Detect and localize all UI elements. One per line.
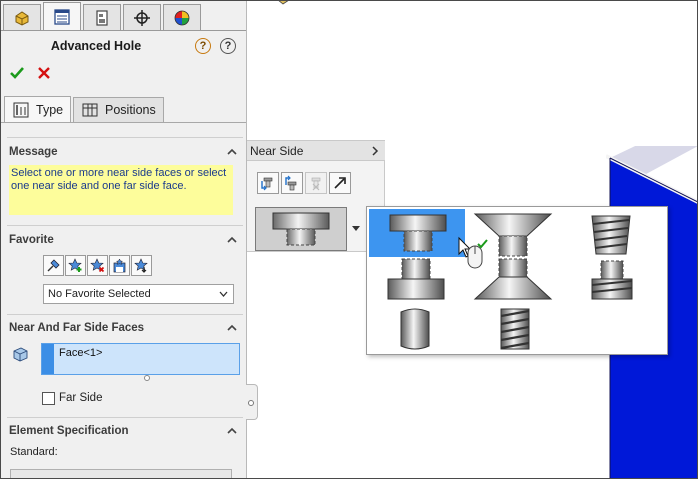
apply-defaults-button[interactable] [43, 255, 64, 276]
collapse-element-spec-icon[interactable] [227, 426, 237, 436]
configuration-manager-icon [96, 9, 108, 26]
hole-type-option-tapered-tap[interactable] [581, 211, 641, 259]
selection-indicator [42, 344, 54, 374]
tab-display-manager[interactable] [163, 4, 201, 30]
hole-type-dropdown-arrow[interactable] [349, 207, 363, 251]
delete-element-button[interactable] [305, 172, 327, 194]
list-resize-handle[interactable] [144, 375, 150, 381]
apply-defaults-icon [47, 259, 60, 272]
counterbore-icon [272, 212, 330, 246]
property-manager-panel: Advanced Hole ? ? Type Positions Message… [1, 1, 247, 478]
property-manager-icon [54, 8, 70, 25]
straight-tap-icon [500, 308, 530, 350]
delete-favorite-button[interactable] [87, 255, 108, 276]
hole-type-option-counterbore[interactable] [369, 209, 465, 257]
section-divider [7, 225, 243, 226]
tab-configuration-manager[interactable] [83, 4, 121, 30]
tapped-straight-icon [591, 260, 633, 300]
insert-element-below-button[interactable] [257, 172, 279, 194]
tab-feature-manager[interactable] [3, 4, 41, 30]
section-divider [7, 314, 243, 315]
help-icon[interactable]: ? [220, 38, 236, 54]
near-side-flyout: Near Side [247, 140, 385, 252]
load-favorite-icon [134, 258, 148, 273]
model-edge-fragment [278, 0, 290, 5]
straight-hole-icon [400, 308, 430, 350]
standard-label: Standard: [10, 446, 58, 458]
whats-new-icon[interactable]: ? [195, 38, 211, 54]
near-side-title: Near Side [250, 144, 304, 158]
favorite-select[interactable]: No Favorite Selected [43, 284, 234, 304]
manager-tabs [1, 1, 246, 31]
insert-element-above-button[interactable] [281, 172, 303, 194]
faces-section-title: Near And Far Side Faces [9, 322, 145, 334]
near-side-header[interactable]: Near Side [247, 141, 385, 161]
collapse-faces-icon[interactable] [227, 323, 237, 333]
hole-type-option-straight[interactable] [391, 305, 439, 353]
tapered-tap-icon [591, 215, 631, 255]
dropdown-arrow-icon [352, 226, 360, 231]
far-side-checkbox[interactable] [42, 392, 55, 405]
message-section-title: Message [9, 146, 58, 158]
hole-type-option-straight-tap[interactable] [491, 305, 539, 353]
insert-element-above-icon [285, 175, 297, 191]
insert-element-below-icon [261, 177, 273, 191]
tab-dimxpert-manager[interactable] [123, 4, 161, 30]
element-spec-section-title: Element Specification [9, 425, 129, 437]
tab-type-label: Type [36, 102, 64, 117]
panel-splitter-handle[interactable] [246, 384, 258, 420]
tab-type[interactable]: Type [4, 96, 72, 122]
save-favorite-button[interactable] [109, 255, 130, 276]
feature-title: Advanced Hole [50, 39, 142, 53]
add-favorite-icon [68, 258, 82, 272]
tab-positions[interactable]: Positions [73, 97, 164, 122]
face-list-item[interactable]: Face<1> [59, 347, 102, 359]
dimxpert-manager-icon [134, 9, 150, 26]
save-favorite-icon [113, 258, 126, 273]
counterbore-icon [389, 214, 447, 252]
current-hole-type-button[interactable] [255, 207, 347, 251]
tab-underline [1, 30, 246, 31]
feature-manager-icon [15, 10, 29, 26]
tab-property-manager[interactable] [43, 2, 81, 30]
subtab-divider [1, 122, 246, 123]
hole-type-option-tapped-straight[interactable] [587, 259, 637, 303]
section-divider [7, 417, 243, 418]
display-manager-icon [174, 10, 190, 25]
cancel-x-icon[interactable] [37, 66, 51, 80]
favorite-section-title: Favorite [9, 234, 54, 246]
hole-type-icon [13, 102, 29, 117]
chevron-right-icon[interactable] [371, 146, 379, 156]
delete-element-icon [311, 177, 321, 191]
favorite-toolbar [43, 255, 152, 276]
collapse-message-icon[interactable] [227, 147, 237, 157]
standard-select[interactable] [10, 469, 232, 478]
counterbore-bottom-icon [387, 258, 445, 300]
face-selection-icon [13, 347, 28, 362]
faces-selection-list[interactable]: Face<1> [41, 343, 240, 375]
hole-type-option-counterbore-bottom[interactable] [383, 257, 449, 303]
section-divider [7, 137, 243, 138]
collapse-favorite-icon[interactable] [227, 235, 237, 245]
tab-positions-label: Positions [105, 103, 156, 117]
hole-position-icon [82, 103, 98, 117]
far-side-label: Far Side [59, 392, 103, 404]
hole-type-menu [366, 206, 668, 355]
add-favorite-button[interactable] [65, 255, 86, 276]
splitter-dot [248, 400, 254, 406]
go-to-far-side-icon [334, 177, 346, 189]
message-box: Select one or more near side faces or se… [9, 165, 233, 215]
chevron-down-icon [219, 291, 228, 297]
favorite-select-value: No Favorite Selected [48, 288, 151, 300]
load-favorite-button[interactable] [131, 255, 152, 276]
delete-favorite-icon [90, 258, 105, 273]
go-to-far-side-button[interactable] [329, 172, 351, 194]
near-side-toolbar [257, 172, 351, 194]
ok-check-icon[interactable] [9, 65, 25, 81]
mouse-pointer-icon [458, 236, 488, 269]
